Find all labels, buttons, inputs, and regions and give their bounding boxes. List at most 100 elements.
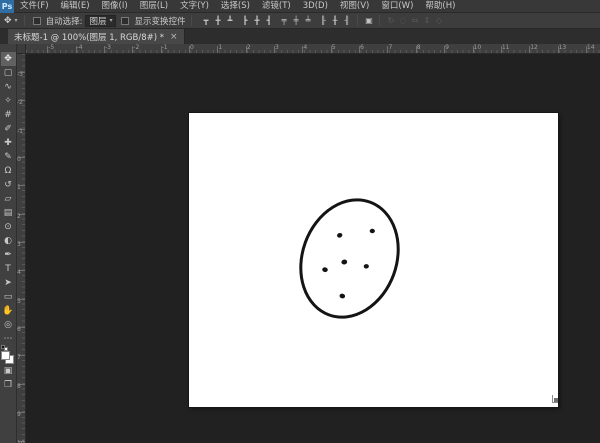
menu-select[interactable]: 选择(S) xyxy=(215,0,256,13)
drawn-ellipse xyxy=(285,186,414,331)
menu-3d[interactable]: 3D(D) xyxy=(297,0,334,13)
menu-file[interactable]: 文件(F) xyxy=(14,0,55,13)
screen-mode-button[interactable]: ❐ xyxy=(1,378,16,392)
distribute-left-edges-icon[interactable]: ╟ xyxy=(317,16,328,25)
separator xyxy=(24,15,25,26)
ruler-label: -3 xyxy=(17,71,23,78)
align-vertical-centers-icon[interactable]: ╋ xyxy=(212,16,223,25)
edit-toolbar-button[interactable]: ⋯ xyxy=(1,332,16,346)
cursor-artifact xyxy=(552,395,559,404)
lasso-tool[interactable]: ∿ xyxy=(1,80,16,94)
clone-stamp-tool[interactable]: Ω xyxy=(1,164,16,178)
menu-items: 文件(F)编辑(E)图像(I)图层(L)文字(Y)选择(S)滤镜(T)3D(D)… xyxy=(14,0,461,13)
ruler-label: 13 xyxy=(559,44,567,51)
distribute-vertical-centers-icon[interactable]: ╪ xyxy=(290,16,301,25)
pen-tool[interactable]: ✒ xyxy=(1,248,16,262)
menu-view[interactable]: 视图(V) xyxy=(334,0,375,13)
close-tab-icon[interactable]: × xyxy=(170,32,178,42)
ruler-label: 10 xyxy=(474,44,482,51)
ruler-label: 0 xyxy=(17,156,21,163)
distribute-bottom-edges-icon[interactable]: ╧ xyxy=(302,16,313,25)
document-tab-bar: 未标题-1 @ 100%(图层 1, RGB/8#) * × xyxy=(0,29,600,44)
dodge-tool[interactable]: ◐ xyxy=(1,234,16,248)
ruler-label: 5 xyxy=(17,298,21,305)
foreground-color-swatch[interactable] xyxy=(1,351,10,360)
ruler-label: 1 xyxy=(17,184,21,191)
align-top-edges-icon[interactable]: ┳ xyxy=(200,16,211,25)
drawn-dot xyxy=(370,229,375,234)
eraser-tool[interactable]: ▱ xyxy=(1,192,16,206)
canvas-pasteboard[interactable] xyxy=(26,54,600,443)
menu-layer[interactable]: 图层(L) xyxy=(134,0,174,13)
blur-tool[interactable]: ⊙ xyxy=(1,220,16,234)
photoshop-logo: Ps xyxy=(0,0,14,13)
healing-brush-tool[interactable]: ✚ xyxy=(1,136,16,150)
drawn-dot xyxy=(322,267,328,273)
ruler-label: 9 xyxy=(17,411,21,418)
marquee-tool[interactable]: ▢ xyxy=(1,66,16,80)
ruler-label: 9 xyxy=(445,44,449,51)
drawn-dot xyxy=(339,293,346,299)
brush-tool[interactable]: ✎ xyxy=(1,150,16,164)
auto-select-target-value: 图层 xyxy=(89,15,106,27)
ruler-label: 11 xyxy=(502,44,510,51)
tool-preset-caret-icon[interactable]: ▾ xyxy=(15,17,18,24)
history-brush-tool[interactable]: ↺ xyxy=(1,178,16,192)
quick-mask-button[interactable]: ▣ xyxy=(1,364,16,378)
menu-type[interactable]: 文字(Y) xyxy=(174,0,215,13)
ruler-label: 0 xyxy=(190,44,194,51)
menu-filter[interactable]: 滤镜(T) xyxy=(256,0,297,13)
separator xyxy=(357,15,358,26)
ruler-label: 7 xyxy=(17,354,21,361)
tools-panel: ✥▢∿✧#✐✚✎Ω↺▱▤⊙◐✒T➤▭✋◎⋯ ▣❐ xyxy=(0,44,17,443)
ruler-label: 8 xyxy=(417,44,421,51)
ruler-label: 4 xyxy=(303,44,307,51)
path-selection-tool[interactable]: ➤ xyxy=(1,276,16,290)
type-tool[interactable]: T xyxy=(1,262,16,276)
auto-select-checkbox[interactable] xyxy=(33,17,41,25)
chevron-down-icon: ▾ xyxy=(109,17,112,24)
show-transform-label: 显示变换控件 xyxy=(134,15,185,27)
distribute-horizontal-centers-icon[interactable]: ╫ xyxy=(329,16,340,25)
align-left-edges-icon[interactable]: ┣ xyxy=(239,16,250,25)
distribute-right-edges-icon[interactable]: ╢ xyxy=(341,16,352,25)
hand-tool[interactable]: ✋ xyxy=(1,304,16,318)
3d-drag-icon: ⇔ xyxy=(409,16,420,25)
ruler-label: 10 xyxy=(17,440,25,443)
auto-select-target-dropdown[interactable]: 图层 ▾ xyxy=(85,15,116,27)
document-tab[interactable]: 未标题-1 @ 100%(图层 1, RGB/8#) * × xyxy=(8,29,185,44)
document-canvas[interactable] xyxy=(189,113,558,407)
horizontal-ruler[interactable]: -5-4-3-2-101234567891011121314 xyxy=(26,44,600,54)
align-horizontal-centers-icon[interactable]: ╋ xyxy=(251,16,262,25)
quick-selection-tool[interactable]: ✧ xyxy=(1,94,16,108)
crop-tool[interactable]: # xyxy=(1,108,16,122)
menu-window[interactable]: 窗口(W) xyxy=(375,0,419,13)
3d-rotate-icon: ↻ xyxy=(385,16,396,25)
align-right-edges-icon[interactable]: ┫ xyxy=(263,16,274,25)
distribute-top-edges-icon[interactable]: ╤ xyxy=(278,16,289,25)
ruler-label: 6 xyxy=(360,44,364,51)
menu-help[interactable]: 帮助(H) xyxy=(419,0,461,13)
tool-options-bar: ✥ ▾ 自动选择: 图层 ▾ 显示变换控件 ┳╋┻┣╋┫╤╪╧╟╫╢▣↻◌⇔⇕◇ xyxy=(0,13,600,29)
menu-edit[interactable]: 编辑(E) xyxy=(55,0,96,13)
auto-align-layers-icon[interactable]: ▣ xyxy=(363,16,374,25)
menu-image[interactable]: 图像(I) xyxy=(96,0,134,13)
ruler-label: 6 xyxy=(17,326,21,333)
ruler-label: 7 xyxy=(388,44,392,51)
ruler-label: 3 xyxy=(17,241,21,248)
show-transform-checkbox[interactable] xyxy=(121,17,129,25)
zoom-tool[interactable]: ◎ xyxy=(1,318,16,332)
ruler-corner xyxy=(17,44,26,54)
move-tool[interactable]: ✥ xyxy=(1,52,16,66)
align-bottom-edges-icon[interactable]: ┻ xyxy=(224,16,235,25)
color-control xyxy=(1,348,15,364)
workspace: ✥▢∿✧#✐✚✎Ω↺▱▤⊙◐✒T➤▭✋◎⋯▣❐ -5-4-3-2-1012345… xyxy=(0,44,600,443)
vertical-ruler[interactable]: -3-2-1012345678910 xyxy=(17,54,26,443)
document-tab-title: 未标题-1 @ 100%(图层 1, RGB/8#) * xyxy=(14,31,164,43)
eyedropper-tool[interactable]: ✐ xyxy=(1,122,16,136)
ruler-label: 3 xyxy=(275,44,279,51)
shape-tool[interactable]: ▭ xyxy=(1,290,16,304)
gradient-tool[interactable]: ▤ xyxy=(1,206,16,220)
3d-slide-icon: ⇕ xyxy=(421,16,432,25)
ruler-label: 5 xyxy=(332,44,336,51)
